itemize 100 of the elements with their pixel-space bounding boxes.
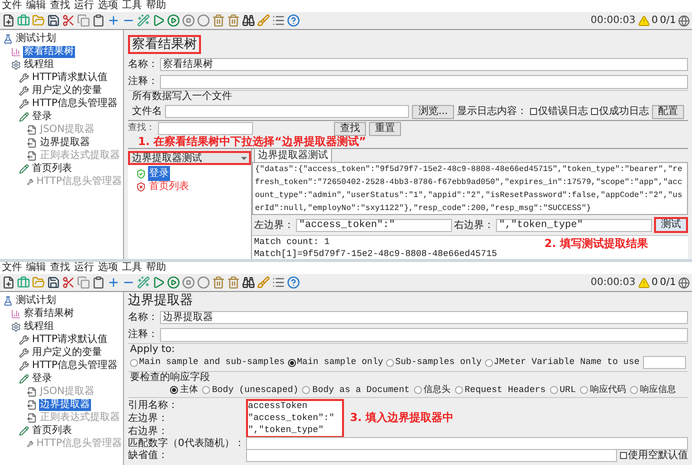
name-field[interactable]: 边界提取器 xyxy=(160,311,688,324)
menu-item[interactable]: 选项 xyxy=(98,1,118,11)
menu-item[interactable]: 查找 xyxy=(50,1,70,11)
checkbox-label: 仅成功日志 xyxy=(599,104,649,119)
tree-item[interactable]: 首页列表 xyxy=(31,162,73,174)
radio-button[interactable] xyxy=(170,386,178,394)
tree-item[interactable]: HTTP信息头管理器 xyxy=(31,98,119,110)
response-text-area: {"datas":{"access_token":"9f5d79f7-15e2-48c9-8808-48e66ed45715","token_type":"bearer","refresh_token":"72650402-2528-4bb3-8786-f67ebb9ad050","expires_in":17579,"scope":"app","account_type":"admin","userStatus":"1","appid":"2","isResetPassword":false,"appCode":"2","userId":null,"employNo":"sxy1122"},"resp_code":200,"resp_msg":"SUCCESS"} xyxy=(252,162,688,215)
log-content-label: 显示日志内容： xyxy=(457,104,527,119)
tree-item[interactable]: 线程组 xyxy=(23,58,55,70)
cut-icon[interactable] xyxy=(62,14,75,27)
radio-button[interactable] xyxy=(130,358,138,367)
expand-icon[interactable] xyxy=(107,276,120,289)
field-label: 右边界： xyxy=(454,218,494,232)
start-icon[interactable] xyxy=(152,276,165,289)
radio-button[interactable] xyxy=(550,386,558,394)
warning-icon[interactable] xyxy=(638,276,650,288)
checkbox-label: 仅错误日志 xyxy=(538,104,588,119)
checkbox[interactable] xyxy=(530,108,537,115)
comment-field[interactable] xyxy=(160,74,688,88)
filename-field[interactable] xyxy=(165,105,410,118)
new-file-icon[interactable] xyxy=(2,14,15,27)
browse-button[interactable]: 浏览... xyxy=(412,104,454,118)
help-icon[interactable] xyxy=(287,14,300,27)
parameter-field[interactable] xyxy=(246,437,688,450)
radio-button[interactable] xyxy=(302,386,310,394)
tree-item[interactable]: 边界提取器 xyxy=(39,398,91,410)
radio-button[interactable] xyxy=(288,358,296,367)
pencil-icon xyxy=(19,164,29,174)
radio-button[interactable] xyxy=(414,386,422,394)
result-tab[interactable]: 边界提取器测试 xyxy=(254,148,332,162)
comment-field[interactable] xyxy=(160,328,688,342)
tree-item[interactable]: 用户定义的变量 xyxy=(31,84,103,96)
save-icon[interactable] xyxy=(47,276,60,289)
checkbox[interactable] xyxy=(620,452,627,459)
search-button[interactable]: 重置 xyxy=(369,122,401,136)
menu-item[interactable]: 查找 xyxy=(50,263,70,273)
cut-icon[interactable] xyxy=(62,276,75,289)
stop-icon[interactable] xyxy=(182,276,195,289)
left-boundary-field[interactable]: "access_token":" xyxy=(296,218,452,232)
tree-item[interactable]: 测试计划 xyxy=(15,32,57,44)
menu-item[interactable]: 帮助 xyxy=(146,263,166,273)
expand-icon[interactable] xyxy=(107,14,120,27)
search-icon[interactable] xyxy=(242,276,255,289)
new-file-icon[interactable] xyxy=(2,276,15,289)
tree-item[interactable]: 线程组 xyxy=(23,320,55,332)
radio-button[interactable] xyxy=(202,386,210,394)
right-boundary-field[interactable]: ","token_type" xyxy=(496,218,652,232)
stop-icon[interactable] xyxy=(182,14,195,27)
menu-item[interactable]: 选项 xyxy=(98,263,118,273)
globe-icon[interactable] xyxy=(678,276,690,288)
configure-button[interactable]: 配置 xyxy=(652,104,684,118)
menu-item[interactable]: 运行 xyxy=(74,1,94,11)
tree-item[interactable]: HTTP信息头管理器 xyxy=(31,360,119,372)
radio-button[interactable] xyxy=(386,358,394,367)
paste-icon[interactable] xyxy=(92,14,105,27)
tree-item[interactable]: HTTP请求默认值 xyxy=(31,334,109,346)
menu-item[interactable]: 工具 xyxy=(122,263,142,273)
tree-item[interactable]: 边界提取器 xyxy=(39,136,91,148)
radio-label: 响应代码 xyxy=(590,384,626,396)
warning-icon[interactable] xyxy=(638,14,650,26)
tree-item[interactable]: 登录 xyxy=(31,372,53,384)
save-icon[interactable] xyxy=(47,14,60,27)
tree-item[interactable]: 察看结果树 xyxy=(23,308,75,320)
variable-name-field[interactable] xyxy=(642,356,686,370)
clear-icon[interactable] xyxy=(212,14,225,27)
search-button[interactable]: 查找 xyxy=(334,122,366,136)
parameter-field[interactable] xyxy=(246,449,617,462)
radio-button[interactable] xyxy=(580,386,588,394)
help-icon[interactable] xyxy=(287,276,300,289)
tree-item[interactable]: 测试计划 xyxy=(15,294,57,306)
menu-item[interactable]: 帮助 xyxy=(146,1,166,11)
radio-button[interactable] xyxy=(484,358,493,367)
result-item[interactable]: 登录 xyxy=(148,166,170,181)
tree-item[interactable]: 首页列表 xyxy=(31,424,73,436)
paste-icon[interactable] xyxy=(92,276,105,289)
name-field[interactable]: 察看结果树 xyxy=(160,58,688,71)
pencil-icon xyxy=(19,112,29,122)
tree-item[interactable]: HTTP请求默认值 xyxy=(31,72,109,84)
menu-item[interactable]: 运行 xyxy=(74,263,94,273)
annotation-text: 2. 填写测试提取结果 xyxy=(544,238,648,250)
result-item[interactable]: 首页列表 xyxy=(148,179,190,194)
checkbox[interactable] xyxy=(591,108,598,115)
menu-item[interactable]: 编辑 xyxy=(26,263,46,273)
test-button[interactable]: 测试 xyxy=(654,217,688,233)
start-no-pause-icon[interactable] xyxy=(167,276,180,289)
radio-button[interactable] xyxy=(630,386,638,394)
radio-button[interactable] xyxy=(454,386,463,394)
start-icon[interactable] xyxy=(152,14,165,27)
clear-icon[interactable] xyxy=(212,276,225,289)
globe-icon[interactable] xyxy=(678,14,690,26)
tree-item[interactable]: 察看结果树 xyxy=(23,46,75,58)
tree-item[interactable]: 用户定义的变量 xyxy=(31,346,103,358)
search-field[interactable] xyxy=(158,122,253,135)
tree-item[interactable]: 登录 xyxy=(31,110,53,122)
menu-item[interactable]: 工具 xyxy=(122,1,142,11)
start-no-pause-icon[interactable] xyxy=(167,14,180,27)
menu-item[interactable]: 编辑 xyxy=(26,1,46,11)
renderer-dropdown[interactable]: 边界提取器测试 xyxy=(128,151,251,165)
search-icon[interactable] xyxy=(242,14,255,27)
